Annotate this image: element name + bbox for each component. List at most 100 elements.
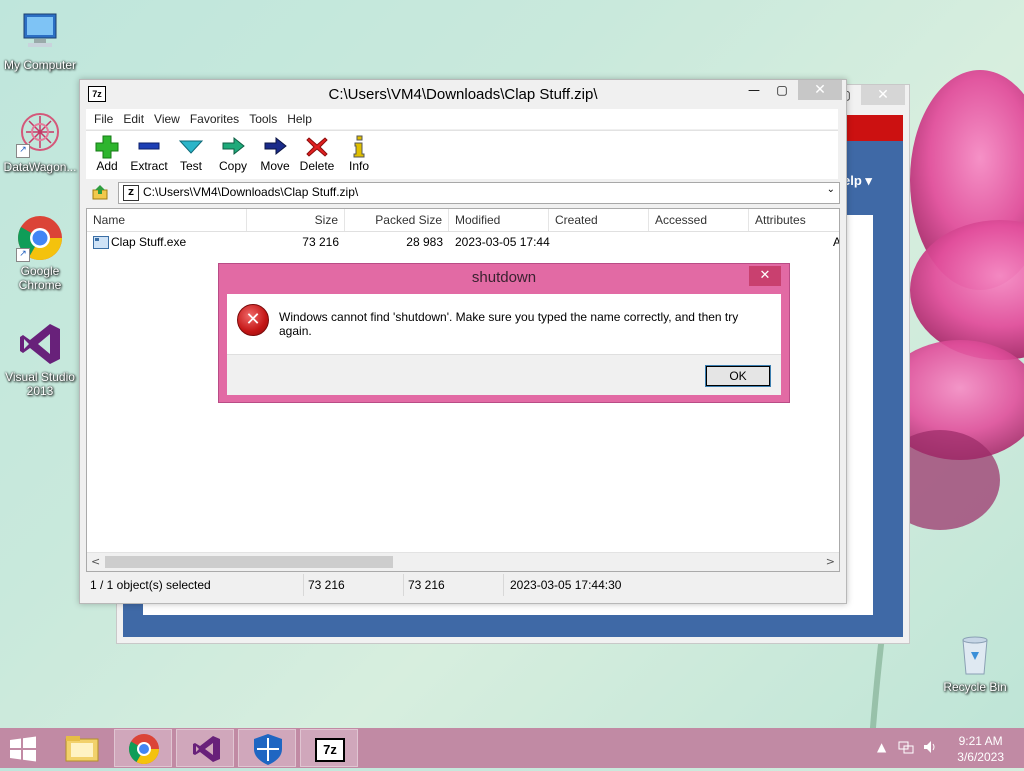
copy-arrow-icon [212, 133, 254, 159]
background-window-help-menu[interactable]: elp ▾ [843, 173, 872, 189]
status-bar: 1 / 1 object(s) selected 73 216 73 216 2… [86, 574, 838, 596]
move-button[interactable]: Move [254, 133, 296, 173]
address-bar[interactable]: Z C:\Users\VM4\Downloads\Clap Stuff.zip\… [118, 182, 840, 204]
desktop-icon-recycle-bin[interactable]: Recycle Bin [935, 630, 1015, 694]
minimize-button[interactable]: — [740, 80, 768, 100]
desktop-icon-label: My Computer [3, 58, 77, 72]
taskbar-visual-studio[interactable] [176, 729, 234, 767]
window-title: C:\Users\VM4\Downloads\Clap Stuff.zip\ [328, 86, 598, 103]
shortcut-arrow-icon: ↗ [16, 144, 30, 158]
menu-bar: File Edit View Favorites Tools Help [86, 109, 838, 129]
copy-label: Copy [218, 159, 247, 173]
delete-button[interactable]: Delete [296, 133, 338, 173]
cell-size: 73 216 [302, 235, 339, 249]
ok-button[interactable]: OK [705, 365, 771, 387]
add-button[interactable]: Add [86, 133, 128, 173]
check-icon [170, 133, 212, 159]
plus-icon [86, 133, 128, 159]
copy-button[interactable]: Copy [212, 133, 254, 173]
menu-file[interactable]: File [86, 109, 118, 129]
table-row[interactable]: Clap Stuff.exe 73 216 28 983 2023-03-05 … [87, 233, 839, 251]
delete-x-icon [296, 133, 338, 159]
delete-label: Delete [299, 159, 335, 173]
minus-icon [128, 133, 170, 159]
taskbar-chrome[interactable] [114, 729, 172, 767]
move-arrow-icon [254, 133, 296, 159]
info-button[interactable]: Info [338, 133, 380, 173]
error-message: Windows cannot find 'shutdown'. Make sur… [279, 310, 739, 338]
taskbar-7zip[interactable]: 7z [300, 729, 358, 767]
computer-icon [16, 8, 64, 56]
recycle-bin-icon [951, 630, 999, 678]
7zip-icon: 7z [315, 738, 345, 762]
clock-date: 3/6/2023 [957, 750, 1004, 764]
desktop-icon-visual-studio[interactable]: Visual Studio 2013 [0, 320, 80, 398]
add-label: Add [96, 159, 118, 173]
address-text: C:\Users\VM4\Downloads\Clap Stuff.zip\ [143, 185, 359, 199]
visual-studio-icon [16, 320, 64, 368]
network-icon[interactable] [898, 739, 914, 758]
menu-view[interactable]: View [149, 109, 185, 129]
shortcut-arrow-icon: ↗ [16, 248, 30, 262]
close-button[interactable]: ✕ [798, 80, 842, 100]
taskbar-file-explorer[interactable] [53, 729, 111, 767]
horizontal-scrollbar[interactable]: < > [87, 552, 839, 571]
desktop-icon-label: Recycle Bin [943, 680, 1007, 694]
column-packed-size[interactable]: Packed Size [345, 209, 449, 231]
status-packed: 73 216 [404, 574, 504, 596]
extract-label: Extract [130, 159, 168, 173]
menu-tools[interactable]: Tools [244, 109, 282, 129]
show-hidden-icons-icon[interactable]: ▲ [877, 740, 886, 754]
menu-edit[interactable]: Edit [118, 109, 149, 129]
security-shield-icon [254, 734, 282, 765]
maximize-button[interactable]: ▢ [768, 80, 796, 100]
clock[interactable]: 9:21 AM 3/6/2023 [957, 733, 1004, 765]
datawagon-icon: ↗ [16, 110, 64, 158]
column-size[interactable]: Size [247, 209, 345, 231]
scroll-right-icon[interactable]: > [826, 555, 835, 568]
test-button[interactable]: Test [170, 133, 212, 173]
info-icon [338, 133, 380, 159]
status-size: 73 216 [304, 574, 404, 596]
address-row: Z C:\Users\VM4\Downloads\Clap Stuff.zip\… [86, 180, 840, 206]
status-selection: 1 / 1 object(s) selected [86, 574, 304, 596]
taskbar: 7z ▲ 9:21 AM 3/6/2023 [0, 728, 1024, 768]
scroll-left-icon[interactable]: < [91, 555, 100, 568]
column-accessed[interactable]: Accessed [649, 209, 749, 231]
cell-packed-size: 28 983 [406, 235, 443, 249]
desktop-icon-label: Google Chrome [18, 264, 62, 292]
chrome-icon [128, 734, 159, 765]
column-attributes[interactable]: Attributes [749, 209, 839, 231]
file-explorer-icon [65, 736, 99, 762]
start-button[interactable] [8, 736, 38, 762]
clock-time: 9:21 AM [958, 734, 1003, 748]
scroll-thumb[interactable] [105, 556, 393, 568]
desktop-icon-my-computer[interactable]: My Computer [0, 8, 80, 72]
dialog-footer: OK [227, 354, 781, 395]
desktop-icon-datawagon[interactable]: ↗ DataWagon... [0, 110, 80, 174]
up-folder-icon[interactable] [92, 184, 108, 200]
dialog-title: shutdown [471, 269, 537, 286]
cell-name: Clap Stuff.exe [111, 235, 187, 249]
error-dialog[interactable]: shutdown ✕ ✕ Windows cannot find 'shutdo… [218, 263, 790, 403]
desktop-icon-label: Visual Studio 2013 [5, 370, 75, 398]
background-window-close-button[interactable]: ✕ [861, 85, 905, 105]
title-bar[interactable]: 7z C:\Users\VM4\Downloads\Clap Stuff.zip… [80, 80, 846, 108]
column-name[interactable]: Name [87, 209, 247, 231]
chevron-down-icon[interactable]: ⌄ [827, 184, 835, 195]
volume-icon[interactable] [922, 739, 938, 758]
archive-icon: Z [123, 185, 139, 201]
desktop-icon-label: DataWagon... [3, 160, 77, 174]
info-label: Info [348, 159, 369, 173]
dialog-close-button[interactable]: ✕ [749, 266, 781, 286]
extract-button[interactable]: Extract [128, 133, 170, 173]
visual-studio-icon [193, 736, 220, 762]
taskbar-security[interactable] [238, 729, 296, 767]
cell-modified: 2023-03-05 17:44 [455, 235, 550, 249]
menu-help[interactable]: Help [282, 109, 317, 129]
column-created[interactable]: Created [549, 209, 649, 231]
menu-favorites[interactable]: Favorites [185, 109, 244, 129]
desktop-icon-chrome[interactable]: ↗ Google Chrome [0, 214, 80, 292]
exe-file-icon [93, 236, 109, 249]
column-modified[interactable]: Modified [449, 209, 549, 231]
